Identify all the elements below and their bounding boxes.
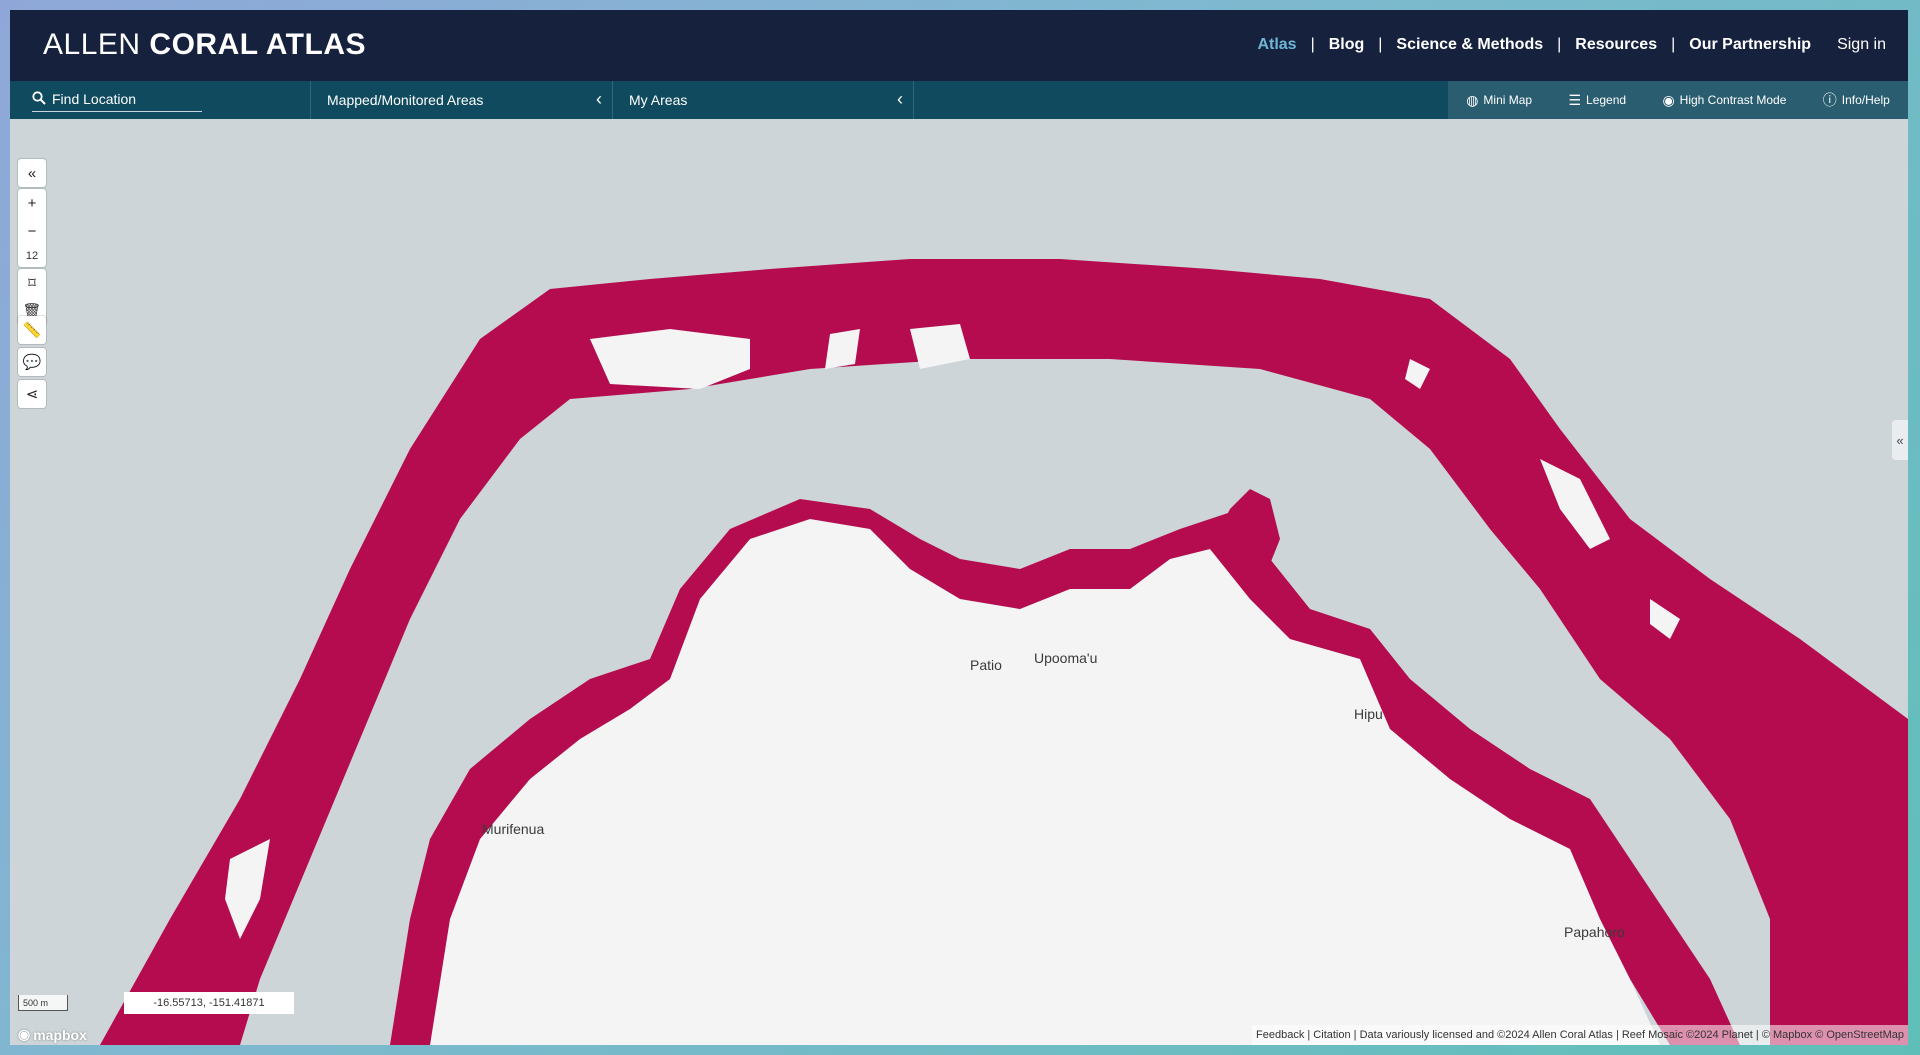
comment-control: 💬 bbox=[18, 348, 46, 376]
collapse-sidebar-button[interactable]: « bbox=[18, 159, 46, 187]
main-nav: Atlas | Blog | Science & Methods | Resou… bbox=[1255, 36, 1888, 54]
place-label: Murifenua bbox=[482, 821, 545, 837]
zoom-out-button[interactable]: − bbox=[18, 217, 46, 245]
map-tools: ◍ Mini Map ☰ Legend ◉ High Contrast Mode… bbox=[1448, 81, 1908, 119]
zoom-in-button[interactable]: + bbox=[18, 189, 46, 217]
motu-2 bbox=[910, 324, 970, 369]
legend-toggle[interactable]: ☰ Legend bbox=[1568, 92, 1626, 109]
share-control: ⋖ bbox=[18, 380, 46, 408]
find-location-input[interactable]: Find Location bbox=[32, 87, 202, 112]
comment-button[interactable]: 💬 bbox=[18, 348, 46, 376]
logo[interactable]: ALLEN CORAL ATLAS bbox=[43, 28, 366, 62]
mapbox-logo[interactable]: ◉ mapbox bbox=[18, 1026, 87, 1043]
map-canvas[interactable]: Patio Upooma'u Hipu Murifenua Papahoro «… bbox=[10, 119, 1908, 1045]
ruler-icon: 📏 bbox=[22, 322, 42, 339]
place-label: Patio bbox=[970, 657, 1002, 673]
share-button[interactable]: ⋖ bbox=[18, 380, 46, 408]
globe-icon: ◍ bbox=[1466, 91, 1479, 108]
mapped-areas-panel-toggle[interactable]: Mapped/Monitored Areas ‹ bbox=[310, 81, 612, 119]
header: ALLEN CORAL ATLAS Atlas | Blog | Science… bbox=[10, 10, 1908, 81]
coordinates-display: -16.55713, -151.41871 bbox=[124, 992, 294, 1014]
share-icon: ⋖ bbox=[25, 386, 39, 403]
nav-our-partnership[interactable]: Our Partnership bbox=[1687, 36, 1813, 54]
nav-resources[interactable]: Resources bbox=[1573, 36, 1659, 54]
zoom-controls: + − 12 bbox=[18, 189, 46, 267]
place-label: Upooma'u bbox=[1034, 650, 1098, 666]
nav-science-methods[interactable]: Science & Methods bbox=[1394, 36, 1545, 54]
motu-3 bbox=[825, 329, 860, 369]
place-label: Papahoro bbox=[1564, 924, 1625, 940]
nav-blog[interactable]: Blog bbox=[1327, 36, 1367, 54]
help-icon: ⓘ bbox=[1822, 92, 1837, 108]
my-areas-panel-toggle[interactable]: My Areas ‹ bbox=[612, 81, 914, 119]
toolbar: Find Location Mapped/Monitored Areas ‹ M… bbox=[10, 81, 1908, 119]
draw-polygon-button[interactable]: ⌑ bbox=[18, 269, 46, 297]
mapbox-icon: ◉ bbox=[18, 1026, 31, 1042]
scale-bar: 500 m bbox=[18, 995, 68, 1011]
eye-icon: ◉ bbox=[1662, 91, 1675, 108]
mini-map-toggle[interactable]: ◍ Mini Map bbox=[1466, 92, 1532, 109]
search-icon bbox=[32, 90, 46, 108]
measure-button[interactable]: 📏 bbox=[18, 316, 46, 344]
right-panel-collapse[interactable]: « bbox=[1892, 420, 1908, 460]
app-window: ALLEN CORAL ATLAS Atlas | Blog | Science… bbox=[10, 10, 1908, 1045]
collapse-sidebar-control: « bbox=[18, 159, 46, 187]
high-contrast-toggle[interactable]: ◉ High Contrast Mode bbox=[1662, 92, 1786, 109]
measure-control: 📏 bbox=[18, 316, 46, 344]
polygon-icon: ⌑ bbox=[28, 275, 36, 292]
chevron-left-icon: ‹ bbox=[897, 89, 903, 109]
chevron-left-icon: ‹ bbox=[596, 89, 602, 109]
comment-icon: 💬 bbox=[22, 354, 42, 371]
nav-atlas[interactable]: Atlas bbox=[1255, 36, 1298, 54]
sign-in-link[interactable]: Sign in bbox=[1835, 36, 1888, 54]
attribution: Feedback | Citation | Data variously lic… bbox=[1252, 1025, 1908, 1045]
place-label: Hipu bbox=[1354, 706, 1383, 722]
map-render bbox=[100, 259, 1908, 1045]
info-help-button[interactable]: ⓘ Info/Help bbox=[1823, 90, 1890, 110]
zoom-level: 12 bbox=[25, 250, 39, 262]
list-icon: ☰ bbox=[1568, 91, 1582, 108]
